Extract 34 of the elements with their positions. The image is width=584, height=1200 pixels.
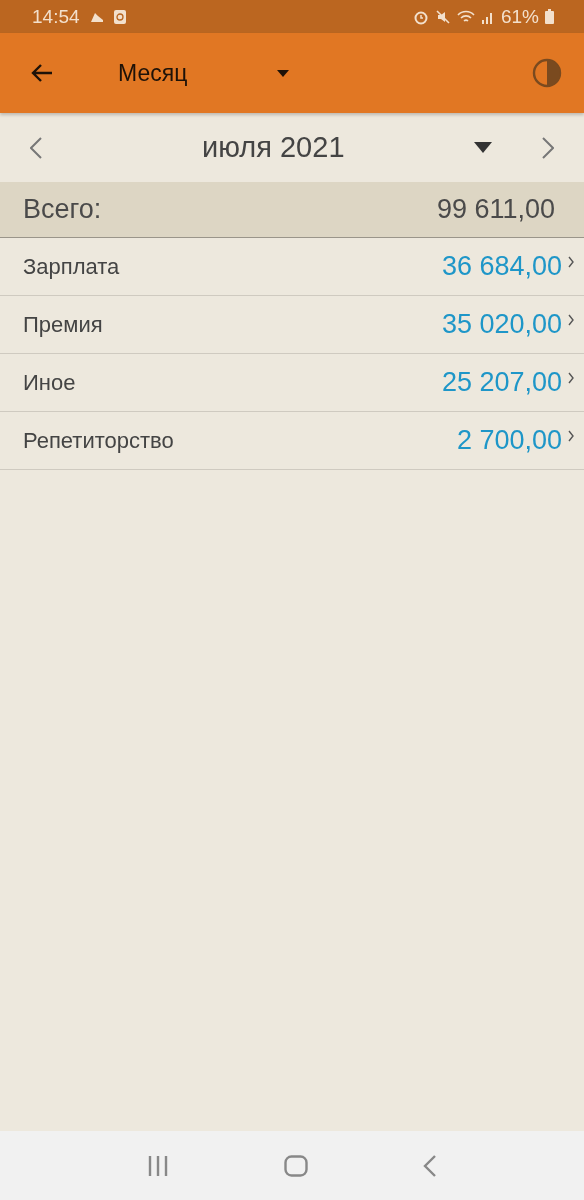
battery-icon — [545, 9, 554, 24]
chevron-left-icon — [30, 136, 42, 159]
recent-apps-icon — [147, 1154, 170, 1177]
dropdown-caret-icon — [474, 142, 492, 153]
category-name: Зарплата — [23, 253, 121, 280]
category-amount: 35 020,00 — [441, 309, 562, 340]
clock-card-icon — [113, 9, 126, 24]
chevron-right-icon — [542, 136, 554, 159]
period-dropdown[interactable]: Месяц — [118, 59, 290, 87]
battery-percent: 61% — [500, 5, 539, 28]
category-amount: 25 207,00 — [441, 367, 562, 398]
chevron-right-icon — [568, 255, 574, 268]
category-name: Иное — [23, 369, 77, 396]
mute-icon — [434, 8, 451, 25]
wifi-icon — [456, 9, 475, 24]
total-label: Всего: — [23, 194, 102, 225]
month-selector[interactable]: июля 2021 — [46, 131, 538, 164]
status-time: 14:54 — [32, 5, 80, 28]
category-row[interactable]: Иное 25 207,00 — [0, 354, 584, 412]
category-amount: 36 684,00 — [441, 251, 562, 282]
chevron-right-icon — [568, 313, 574, 326]
category-row[interactable]: Зарплата 36 684,00 — [0, 238, 584, 296]
back-arrow-icon — [30, 63, 54, 83]
category-row[interactable]: Премия 35 020,00 — [0, 296, 584, 354]
total-amount: 99 611,00 — [436, 194, 555, 225]
home-icon — [284, 1154, 308, 1177]
chevron-right-icon — [568, 429, 574, 442]
category-row[interactable]: Репетиторство 2 700,00 — [0, 412, 584, 470]
category-name: Премия — [23, 311, 104, 338]
category-name: Репетиторство — [23, 427, 175, 454]
chevron-left-icon — [422, 1153, 437, 1178]
category-amount: 2 700,00 — [456, 425, 562, 456]
chevron-right-icon — [568, 371, 574, 384]
dropdown-caret-icon — [277, 69, 290, 77]
